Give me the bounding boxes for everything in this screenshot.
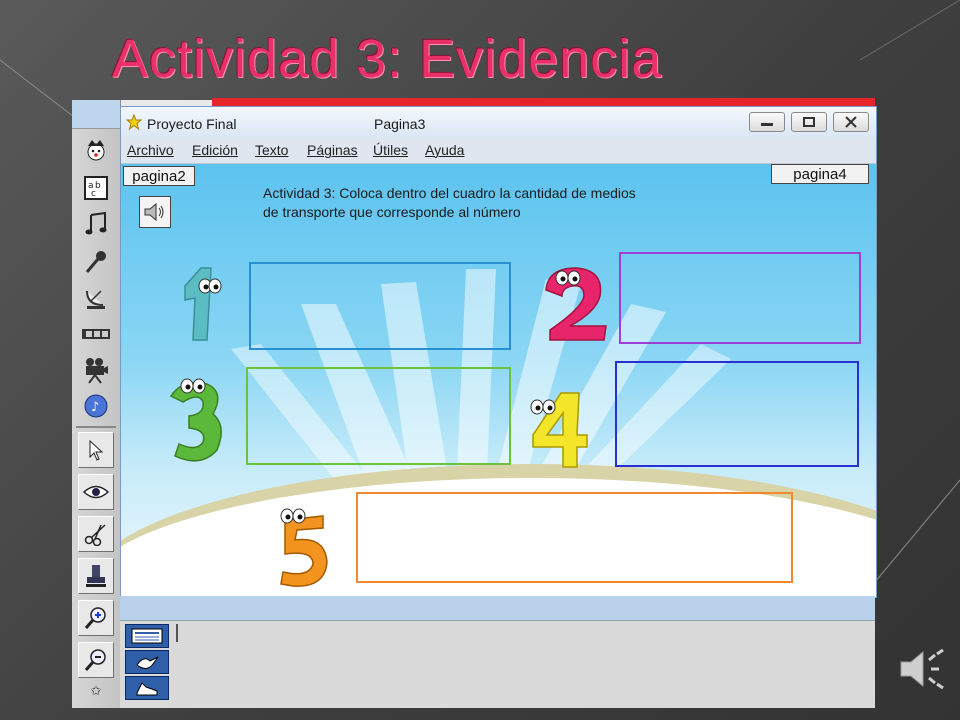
microphone-icon[interactable] bbox=[78, 244, 114, 280]
stamp-icon[interactable] bbox=[78, 558, 114, 594]
restore-icon bbox=[803, 117, 815, 127]
menu-texto[interactable]: Texto bbox=[255, 142, 288, 158]
menu-utiles[interactable]: Útiles bbox=[373, 142, 408, 158]
menu-archivo[interactable]: Archivo bbox=[127, 142, 174, 158]
answer-box-one[interactable] bbox=[249, 262, 511, 350]
speaker-icon bbox=[144, 202, 164, 222]
page-name: Pagina3 bbox=[374, 116, 426, 132]
app-title: Proyecto Final bbox=[147, 116, 237, 132]
shoe-icon bbox=[136, 682, 158, 696]
menu-edicion[interactable]: Edición bbox=[192, 142, 238, 158]
svg-text:c: c bbox=[91, 189, 96, 199]
number-one-figure bbox=[184, 267, 222, 341]
bird-button[interactable] bbox=[125, 650, 169, 674]
menu-paginas[interactable]: Páginas bbox=[307, 142, 358, 158]
film-strip-icon[interactable] bbox=[78, 316, 114, 352]
number-three-figure bbox=[169, 378, 222, 462]
zoom-in-icon[interactable] bbox=[78, 600, 114, 636]
close-icon bbox=[845, 116, 857, 128]
restore-button[interactable] bbox=[791, 112, 827, 132]
minimize-icon bbox=[761, 123, 773, 126]
minimize-button[interactable] bbox=[749, 112, 785, 132]
star-icon[interactable]: ✩ bbox=[78, 680, 114, 702]
answer-box-four[interactable] bbox=[615, 361, 859, 467]
bottom-panel bbox=[120, 596, 875, 708]
slide-audio-icon[interactable] bbox=[897, 646, 947, 692]
answer-box-five[interactable] bbox=[356, 492, 793, 583]
satellite-dish-icon[interactable] bbox=[78, 280, 114, 316]
star-glyph: ✩ bbox=[90, 683, 102, 698]
menu-ayuda[interactable]: Ayuda bbox=[425, 142, 464, 158]
clown-icon[interactable] bbox=[78, 132, 114, 168]
menu-bar: Archivo Edición Texto Páginas Útiles Ayu… bbox=[121, 137, 876, 164]
bird-icon bbox=[136, 656, 159, 669]
left-toolbar: abc ♪ ✩ bbox=[72, 100, 121, 708]
instructions-text: Actividad 3: Coloca dentro del cuadro la… bbox=[263, 185, 636, 220]
answer-box-three[interactable] bbox=[246, 367, 511, 465]
zoom-out-icon[interactable] bbox=[78, 642, 114, 678]
number-four-figure bbox=[530, 392, 588, 468]
page-list-button[interactable] bbox=[125, 624, 169, 648]
answer-box-two[interactable] bbox=[619, 252, 861, 344]
cd-music-icon[interactable]: ♪ bbox=[78, 388, 114, 424]
speaker-button[interactable] bbox=[139, 196, 171, 228]
page-list-icon bbox=[131, 628, 163, 644]
text-abc-icon[interactable]: abc bbox=[78, 170, 114, 206]
activity-canvas: pagina2 pagina4 Actividad 3: Coloca dent… bbox=[121, 164, 876, 597]
shoe-button[interactable] bbox=[125, 676, 169, 700]
number-five-figure bbox=[280, 508, 328, 587]
app-star-icon bbox=[126, 114, 142, 130]
accent-bar bbox=[212, 98, 875, 106]
slide-title: Actividad 3: Evidencia bbox=[112, 29, 663, 89]
number-two-figure bbox=[545, 267, 607, 341]
prev-page-button[interactable]: pagina2 bbox=[123, 166, 195, 186]
cursor-marker bbox=[176, 624, 178, 642]
next-page-button[interactable]: pagina4 bbox=[771, 164, 869, 184]
pointer-icon[interactable] bbox=[78, 432, 114, 468]
svg-text:♪: ♪ bbox=[91, 400, 99, 415]
toolbar-divider bbox=[76, 426, 116, 428]
close-button[interactable] bbox=[833, 112, 869, 132]
title-bar: Proyecto Final Pagina3 bbox=[121, 107, 876, 138]
eye-icon[interactable] bbox=[78, 474, 114, 510]
movie-camera-icon[interactable] bbox=[78, 352, 114, 388]
project-window: Proyecto Final Pagina3 Archivo Edición T… bbox=[120, 106, 877, 598]
music-note-icon[interactable] bbox=[78, 206, 114, 242]
bottom-band bbox=[120, 596, 875, 621]
scissors-icon[interactable] bbox=[78, 516, 114, 552]
toolbar-header bbox=[72, 100, 120, 129]
